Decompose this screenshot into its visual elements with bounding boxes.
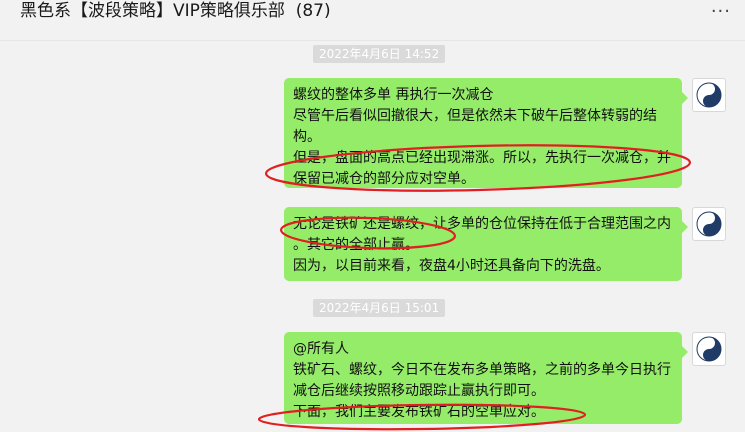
chat-header: 黑色系【波段策略】VIP策略俱乐部 (87) ··· (0, 0, 745, 41)
more-dots-icon[interactable]: ··· (711, 2, 731, 22)
avatar[interactable] (692, 332, 726, 366)
message-line: 下面，我们主要发布铁矿石的空单应对。 (293, 404, 545, 420)
message-bubble[interactable]: 螺纹的整体多单 再执行一次减仓 尽管午后看似回撤很大，但是依然未下破午后整体转弱… (284, 78, 688, 188)
yin-yang-icon (696, 336, 722, 362)
group-name: 黑色系【波段策略】VIP策略俱乐部 (20, 1, 285, 21)
message-line: 尽管午后看似回撤很大，但是依然未下破午后整体转弱的结 (293, 108, 657, 124)
message-line: @所有人 (293, 341, 349, 357)
message-line: 铁矿石、螺纹，今日不在发布多单策略，之前的多单今日执行 (293, 362, 671, 378)
message-line: 但是，盘面的高点已经出现滞涨。所以，先执行一次减仓，并 (293, 150, 671, 166)
chat-title[interactable]: 黑色系【波段策略】VIP策略俱乐部 (87) (20, 0, 331, 22)
message-line: 保留已减仓的部分应对空单。 (293, 171, 475, 187)
message-line: 无论是铁矿还是螺纹，让多单的仓位保持在低于合理范围之内 (293, 216, 671, 232)
message-bubble[interactable]: @所有人 铁矿石、螺纹，今日不在发布多单策略，之前的多单今日执行 减仓后继续按照… (284, 332, 688, 424)
timestamp: 2022年4月6日 15:01 (313, 299, 446, 317)
timestamp: 2022年4月6日 14:52 (313, 45, 446, 63)
message-line: 减仓后继续按照移动跟踪止赢执行即可。 (293, 383, 545, 399)
yin-yang-icon (696, 211, 722, 237)
yin-yang-icon (696, 82, 722, 108)
message-line: 螺纹的整体多单 再执行一次减仓 (293, 87, 494, 103)
member-count: (87) (295, 1, 331, 21)
avatar[interactable] (692, 207, 726, 241)
message-line: 因为，以目前来看，夜盘4小时还具备向下的洗盘。 (293, 258, 610, 274)
message-line: 。其它的全部止赢。 (293, 237, 419, 253)
message-line: 构。 (293, 129, 321, 145)
avatar[interactable] (692, 78, 726, 112)
message-bubble[interactable]: 无论是铁矿还是螺纹，让多单的仓位保持在低于合理范围之内 。其它的全部止赢。 因为… (284, 207, 688, 281)
